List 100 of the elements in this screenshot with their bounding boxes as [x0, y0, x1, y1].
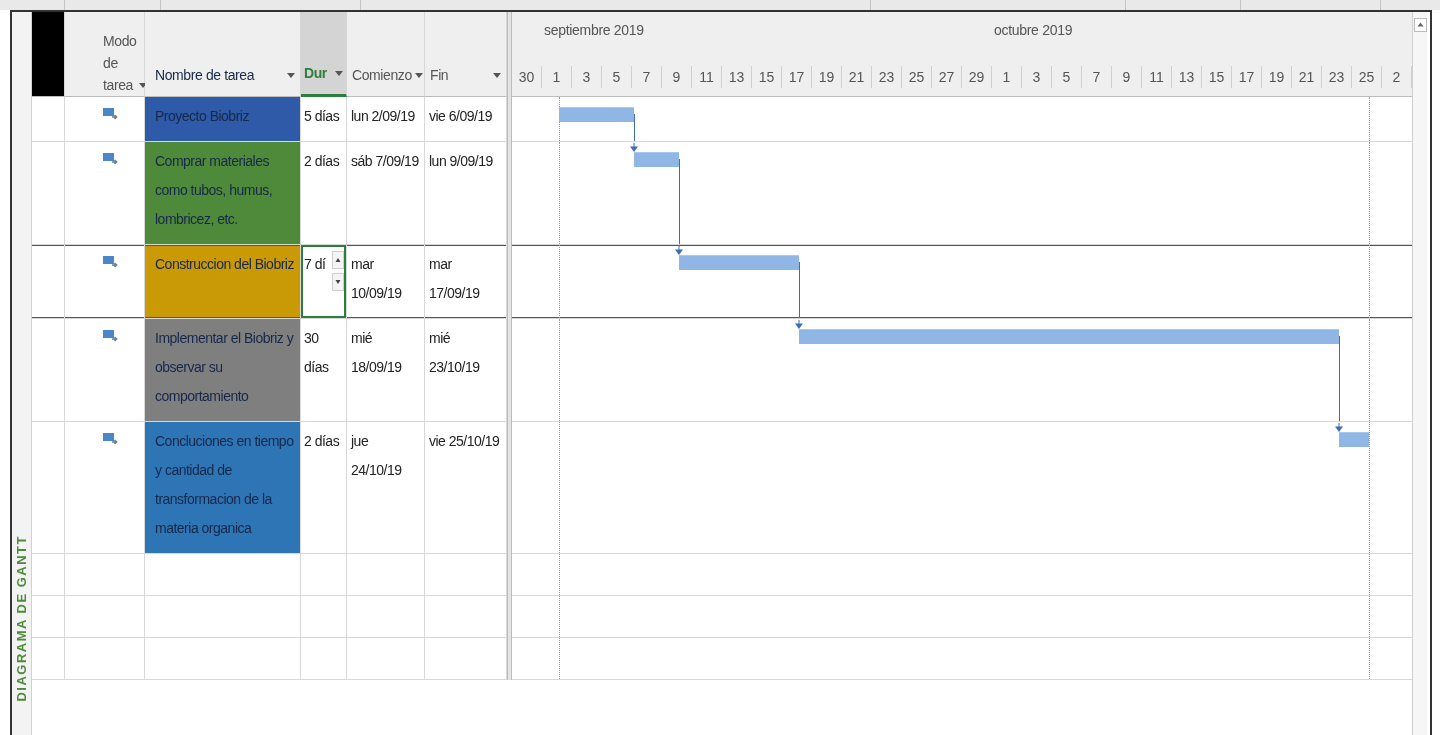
scrollbar[interactable]: [1412, 12, 1427, 735]
task-mode-icon: [103, 432, 119, 446]
table-cell[interactable]: [347, 596, 425, 638]
column-header[interactable]: Comienzo: [347, 12, 425, 97]
day-label: 25: [1358, 68, 1375, 85]
day-label: 9: [672, 68, 681, 85]
day-label: 15: [758, 68, 775, 85]
task-bar[interactable]: [679, 255, 799, 270]
caret-icon: [335, 71, 343, 77]
day-label: 23: [1328, 68, 1345, 85]
table-cell[interactable]: [347, 638, 425, 680]
day-label: 30: [518, 68, 535, 85]
day-label: 21: [1298, 68, 1315, 85]
row-indicator-cell[interactable]: [32, 97, 65, 142]
day-label: 5: [1062, 68, 1071, 85]
caret-icon: [287, 73, 295, 79]
day-label: 7: [642, 68, 651, 85]
task-name-cell[interactable]: Comprar materiales como tubos, humus, lombricez, etc.: [145, 142, 301, 245]
table-cell: vie 25/10/19: [425, 422, 507, 554]
table-cell: lun 2/09/19: [347, 97, 425, 142]
row-indicator-cell[interactable]: [32, 142, 65, 245]
table-cell[interactable]: [65, 596, 145, 638]
table-cell[interactable]: [301, 554, 347, 596]
column-header[interactable]: Nombre de tarea: [145, 12, 301, 97]
day-label: 3: [1032, 68, 1041, 85]
connector-line: [799, 262, 800, 318]
column-header[interactable]: Fin: [425, 12, 507, 97]
task-name-cell[interactable]: Implementar el Biobriz y observar su comportamiento: [145, 319, 301, 422]
day-label: 27: [938, 68, 955, 85]
table-cell: lun 9/09/19: [425, 142, 507, 245]
day-label: 3: [582, 68, 591, 85]
month-label: septiembre 2019: [544, 22, 644, 38]
day-label: 13: [1178, 68, 1195, 85]
table-cell[interactable]: [301, 638, 347, 680]
table-cell[interactable]: [347, 554, 425, 596]
spin-control[interactable]: [332, 251, 344, 291]
table-cell[interactable]: 2 días: [301, 142, 347, 245]
day-label: 25: [908, 68, 925, 85]
column-header[interactable]: Dur: [301, 12, 347, 97]
table-cell[interactable]: 5 días: [301, 97, 347, 142]
table-cell[interactable]: [65, 97, 145, 142]
table-cell[interactable]: [65, 422, 145, 554]
day-label: 19: [1268, 68, 1285, 85]
task-mode-icon: [103, 107, 119, 121]
day-label: 15: [1208, 68, 1225, 85]
day-label: 1: [1002, 68, 1011, 85]
day-label: 1: [552, 68, 561, 85]
table-cell: mié 23/10/19: [425, 319, 507, 422]
table-cell: mié 18/09/19: [347, 319, 425, 422]
task-mode-icon: [103, 255, 119, 269]
caret-icon: [414, 73, 423, 79]
table-cell[interactable]: [65, 142, 145, 245]
table-cell: vie 6/09/19: [425, 97, 507, 142]
row-indicator-cell[interactable]: [32, 245, 65, 319]
day-label: 5: [612, 68, 621, 85]
task-bar[interactable]: [559, 107, 634, 122]
day-label: 9: [1122, 68, 1131, 85]
table-cell[interactable]: [65, 638, 145, 680]
select-all-corner[interactable]: [32, 12, 65, 97]
row-indicator-cell[interactable]: [32, 554, 65, 596]
table-cell[interactable]: [145, 638, 301, 680]
column-header[interactable]: Modo de tarea: [65, 12, 145, 97]
row-indicator-cell[interactable]: [32, 638, 65, 680]
day-label: 7: [1092, 68, 1101, 85]
table-cell[interactable]: [301, 596, 347, 638]
view-label: DIAGRAMA DE GANTT: [14, 535, 29, 702]
table-cell[interactable]: [425, 554, 507, 596]
table-cell[interactable]: [65, 319, 145, 422]
table-cell[interactable]: 7 dí: [301, 245, 347, 319]
table-cell[interactable]: [65, 554, 145, 596]
table-cell[interactable]: [65, 245, 145, 319]
table-cell[interactable]: [145, 596, 301, 638]
task-bar[interactable]: [799, 329, 1339, 344]
day-label: 19: [818, 68, 835, 85]
table-cell[interactable]: 30 días: [301, 319, 347, 422]
table-cell[interactable]: [145, 554, 301, 596]
spin-up-icon[interactable]: [332, 251, 344, 269]
table-cell[interactable]: [425, 638, 507, 680]
spin-down-icon[interactable]: [332, 273, 344, 291]
connector-line: [634, 114, 635, 141]
day-label: 11: [1149, 68, 1164, 85]
day-label: 2: [1392, 68, 1401, 85]
table-cell: sáb 7/09/19: [347, 142, 425, 245]
task-bar[interactable]: [1339, 432, 1369, 447]
table-cell: mar 10/09/19: [347, 245, 425, 319]
scroll-up-icon[interactable]: [1413, 18, 1427, 32]
table-cell[interactable]: [425, 596, 507, 638]
row-indicator-cell[interactable]: [32, 319, 65, 422]
row-indicator-cell[interactable]: [32, 596, 65, 638]
table-cell: mar 17/09/19: [425, 245, 507, 319]
row-indicator-cell[interactable]: [32, 422, 65, 554]
day-label: 11: [699, 68, 714, 85]
caret-icon: [493, 73, 501, 79]
table-cell[interactable]: 2 días: [301, 422, 347, 554]
task-name-cell[interactable]: Construccion del Biobriz: [145, 245, 301, 319]
month-label: octubre 2019: [994, 22, 1073, 38]
day-label: 17: [788, 68, 805, 85]
day-label: 17: [1238, 68, 1255, 85]
task-bar[interactable]: [634, 152, 679, 167]
task-mode-icon: [103, 329, 119, 343]
